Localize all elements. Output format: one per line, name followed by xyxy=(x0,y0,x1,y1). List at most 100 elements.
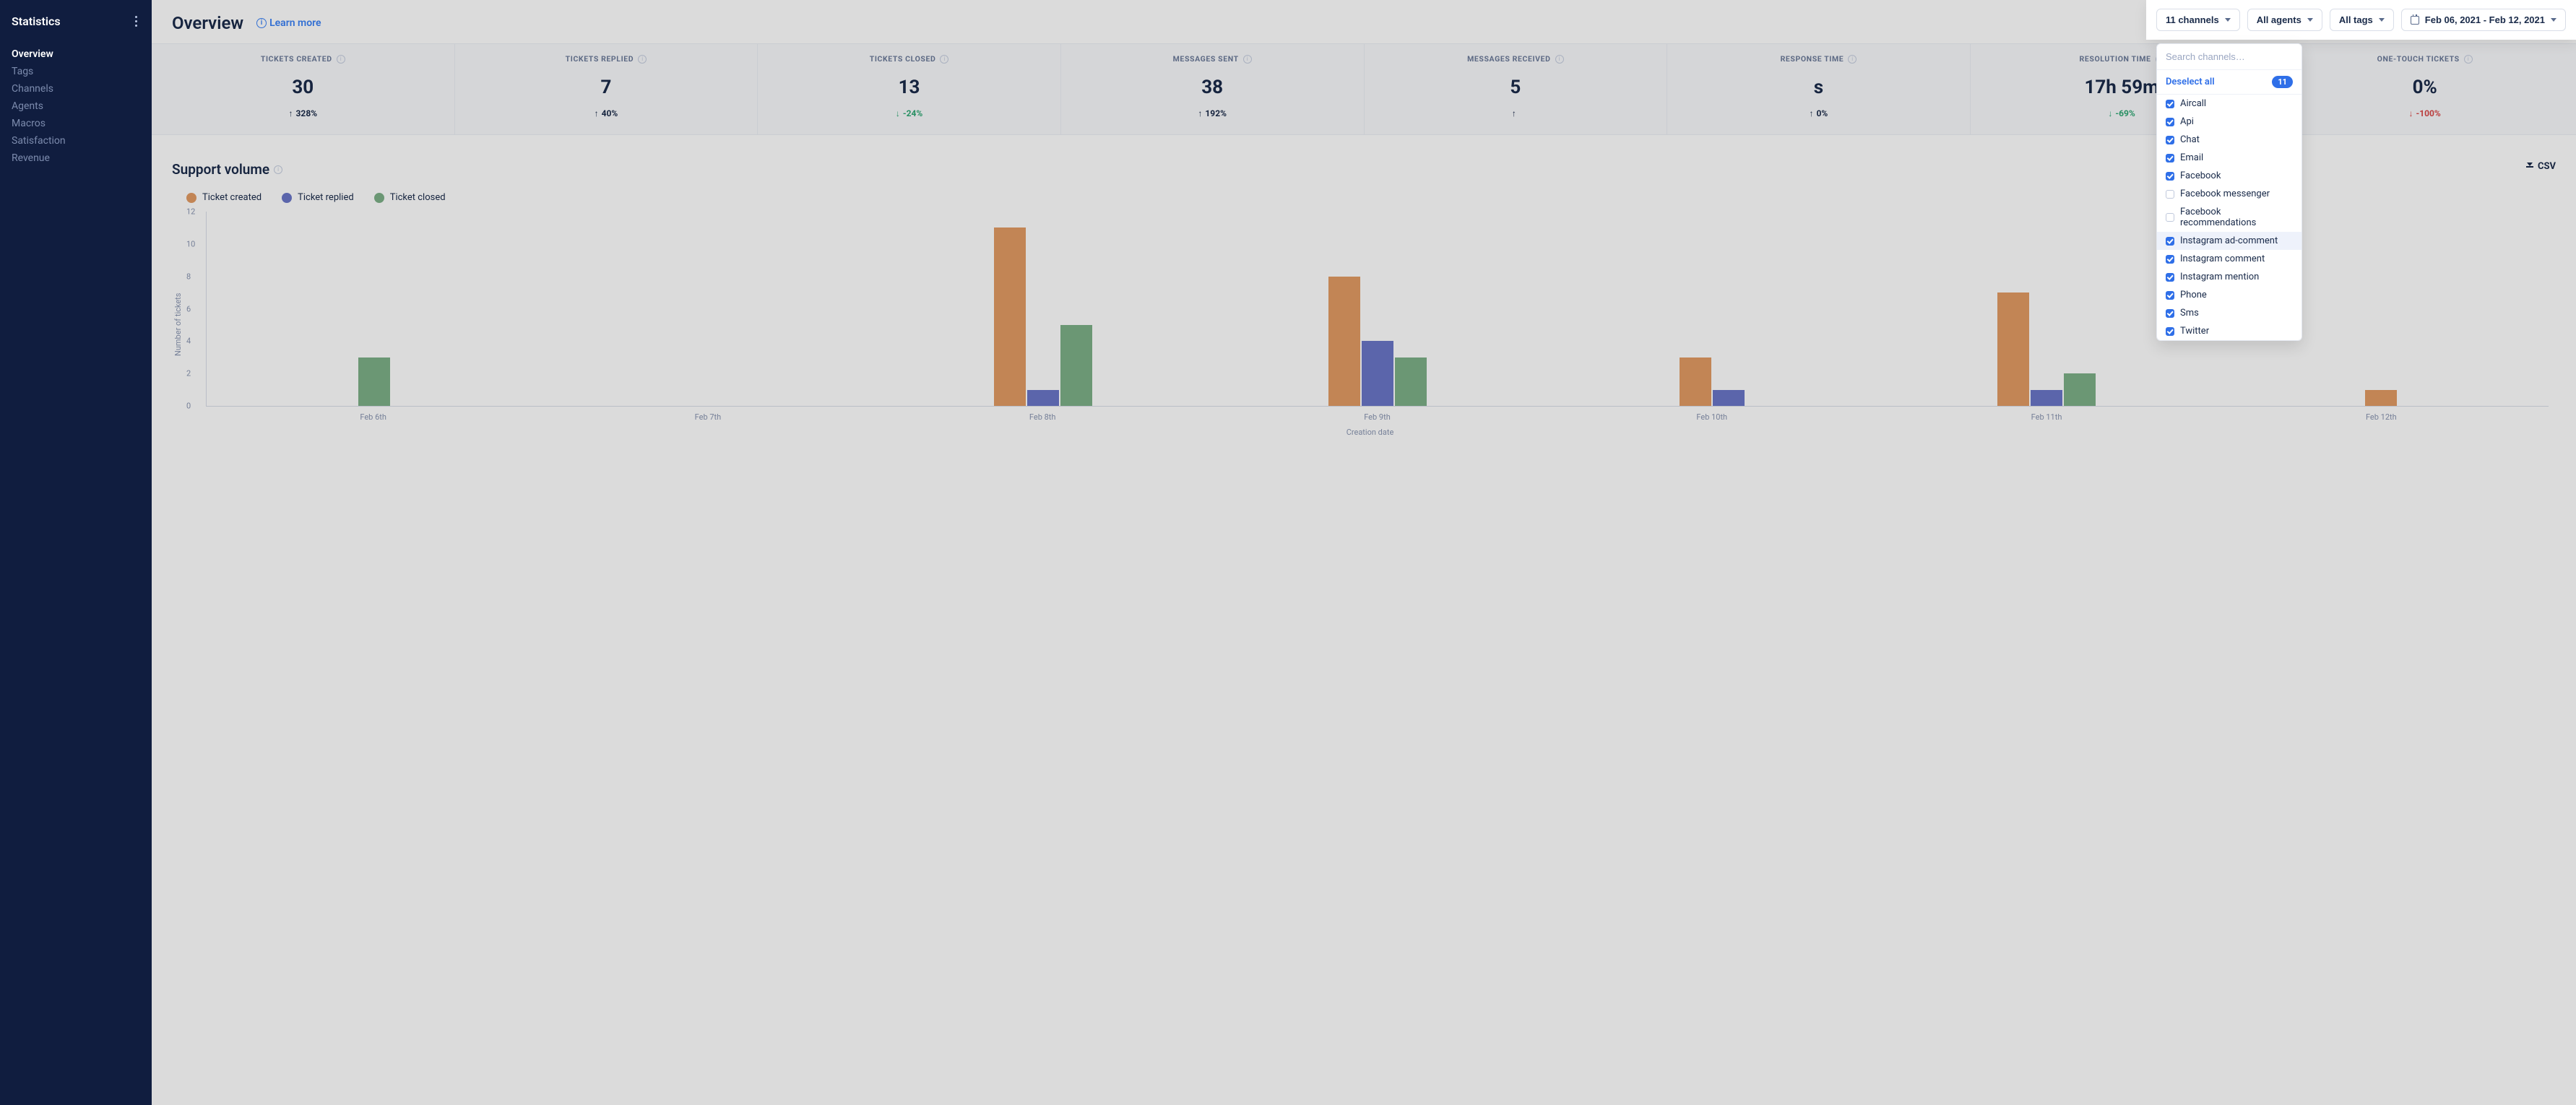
sidebar-item-channels[interactable]: Channels xyxy=(12,82,140,96)
sidebar-item-agents[interactable]: Agents xyxy=(12,99,140,113)
checkbox-icon[interactable] xyxy=(2166,100,2174,108)
legend-item-closed: Ticket closed xyxy=(374,192,446,203)
arrow-up-icon: ↑ xyxy=(1810,108,1814,118)
bar xyxy=(1997,292,2029,406)
channels-filter-button[interactable]: 11 channels xyxy=(2156,9,2240,31)
bar-group xyxy=(1210,212,1544,406)
checkbox-icon[interactable] xyxy=(2166,309,2174,318)
arrow-down-icon: ↓ xyxy=(896,108,900,118)
x-tick-label: Feb 12th xyxy=(2214,407,2549,422)
kpi-label: TICKETS CLOSED xyxy=(870,54,936,64)
info-icon: i xyxy=(1555,55,1564,64)
channel-option-label: Phone xyxy=(2180,290,2207,300)
channel-option[interactable]: Facebook recommendations xyxy=(2157,203,2301,232)
y-tick-label: 0 xyxy=(186,402,191,411)
legend-label-created: Ticket created xyxy=(202,192,262,203)
channel-option[interactable]: Instagram ad-comment xyxy=(2157,232,2301,250)
channel-option-label: Facebook recommendations xyxy=(2180,207,2293,228)
checkbox-icon[interactable] xyxy=(2166,255,2174,264)
kebab-menu-icon[interactable] xyxy=(132,13,140,30)
channel-option[interactable]: Phone xyxy=(2157,286,2301,304)
x-tick-label: Feb 11th xyxy=(1879,407,2213,422)
sidebar-item-satisfaction[interactable]: Satisfaction xyxy=(12,134,140,148)
checkbox-icon[interactable] xyxy=(2166,118,2174,126)
checkbox-icon[interactable] xyxy=(2166,273,2174,282)
channels-search-input[interactable] xyxy=(2157,44,2301,69)
channel-option[interactable]: Aircall xyxy=(2157,95,2301,113)
checkbox-icon[interactable] xyxy=(2166,291,2174,300)
kpi-delta-value: 328% xyxy=(296,108,318,118)
sidebar-item-tags[interactable]: Tags xyxy=(12,64,140,79)
export-csv-button[interactable]: CSV xyxy=(2526,161,2556,172)
kpi-delta: ↑0% xyxy=(1682,108,1955,118)
info-icon: i xyxy=(256,18,267,28)
info-icon: i xyxy=(274,165,282,174)
tags-filter-button[interactable]: All tags xyxy=(2330,9,2394,31)
sidebar-item-overview[interactable]: Overview xyxy=(12,47,140,61)
channel-option[interactable]: Facebook xyxy=(2157,167,2301,185)
channel-option[interactable]: Email xyxy=(2157,149,2301,167)
bar xyxy=(1362,341,1393,406)
channel-option-label: Twitter xyxy=(2180,326,2209,337)
kpi-delta-value: -100% xyxy=(2416,108,2441,118)
checkbox-icon[interactable] xyxy=(2166,190,2174,199)
channel-option[interactable]: Instagram mention xyxy=(2157,268,2301,286)
y-tick-label: 8 xyxy=(186,272,191,281)
channel-option[interactable]: Instagram comment xyxy=(2157,250,2301,268)
kpi-label: TICKETS REPLIED xyxy=(566,54,634,64)
kpi-label: RESOLUTION TIME xyxy=(2080,54,2151,64)
y-tick-label: 6 xyxy=(186,304,191,313)
kpi-value: 0% xyxy=(2288,77,2562,98)
channel-option[interactable]: Facebook messenger xyxy=(2157,185,2301,203)
calendar-icon xyxy=(2411,16,2419,25)
page-title: Overview xyxy=(172,13,243,33)
kpi-delta-value: -24% xyxy=(903,108,922,118)
bar xyxy=(1328,277,1360,406)
kpi-label: MESSAGES SENT xyxy=(1173,54,1239,64)
channel-option[interactable]: Sms xyxy=(2157,304,2301,322)
checkbox-icon[interactable] xyxy=(2166,136,2174,144)
x-axis-labels: Feb 6thFeb 7thFeb 8thFeb 9thFeb 10thFeb … xyxy=(206,407,2549,422)
bar xyxy=(2064,373,2096,406)
swatch-replied xyxy=(282,193,292,203)
channel-option[interactable]: Chat xyxy=(2157,131,2301,149)
deselect-all-link[interactable]: Deselect all xyxy=(2166,77,2215,87)
arrow-down-icon: ↓ xyxy=(2108,108,2112,118)
channel-option-label: Instagram mention xyxy=(2180,272,2259,282)
sidebar-item-macros[interactable]: Macros xyxy=(12,116,140,131)
info-icon: i xyxy=(2464,55,2473,64)
agents-filter-button[interactable]: All agents xyxy=(2247,9,2322,31)
kpi-value: s xyxy=(1682,77,1955,98)
checkbox-icon[interactable] xyxy=(2166,154,2174,162)
x-tick-label: Feb 6th xyxy=(206,407,540,422)
legend-item-replied: Ticket replied xyxy=(282,192,354,203)
channel-option[interactable]: Api xyxy=(2157,113,2301,131)
bar xyxy=(2365,390,2397,406)
arrow-down-icon: ↓ xyxy=(2409,108,2413,118)
channels-list: Aircall Api ChatEmailFacebookFacebook mess… xyxy=(2157,95,2301,340)
caret-down-icon xyxy=(2225,18,2231,22)
bar-group xyxy=(541,212,876,406)
bar xyxy=(2031,390,2062,406)
checkbox-icon[interactable] xyxy=(2166,237,2174,246)
x-tick-label: Feb 10th xyxy=(1544,407,1879,422)
section-title: Support volume xyxy=(172,161,269,178)
bar xyxy=(1680,358,1711,406)
kpi-delta: ↓-100% xyxy=(2288,108,2562,118)
x-tick-label: Feb 9th xyxy=(1210,407,1544,422)
y-axis-label: Number of tickets xyxy=(172,212,184,437)
channel-option-label: Api xyxy=(2180,116,2194,127)
channel-option[interactable]: Twitter xyxy=(2157,322,2301,340)
learn-more-link[interactable]: i Learn more xyxy=(256,17,321,29)
sidebar-item-revenue[interactable]: Revenue xyxy=(12,151,140,165)
bar xyxy=(1395,358,1427,406)
kpi-card: TICKETS CLOSEDi13↓-24% xyxy=(758,44,1061,134)
kpi-delta: ↑192% xyxy=(1076,108,1349,118)
checkbox-icon[interactable] xyxy=(2166,327,2174,336)
kpi-delta: ↑ xyxy=(1379,108,1653,118)
channel-option-label: Instagram comment xyxy=(2180,254,2265,264)
checkbox-icon[interactable] xyxy=(2166,213,2174,222)
checkbox-icon[interactable] xyxy=(2166,172,2174,181)
info-icon: i xyxy=(1243,55,1252,64)
date-range-filter-button[interactable]: Feb 06, 2021 - Feb 12, 2021 xyxy=(2401,9,2566,31)
